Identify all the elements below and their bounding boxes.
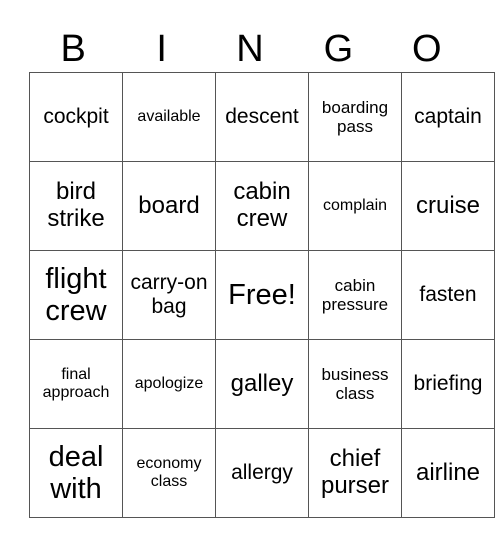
bingo-cell[interactable]: bird strike xyxy=(29,161,123,251)
bingo-cell[interactable]: cruise xyxy=(401,161,495,251)
bingo-cell[interactable]: available xyxy=(122,72,216,162)
bingo-cell[interactable]: carry-on bag xyxy=(122,250,216,340)
bingo-cell[interactable]: allergy xyxy=(215,428,309,518)
bingo-cell[interactable]: fasten xyxy=(401,250,495,340)
bingo-cell[interactable]: boarding pass xyxy=(308,72,402,162)
bingo-header: B I N G O xyxy=(29,26,471,72)
bingo-cell[interactable]: airline xyxy=(401,428,495,518)
bingo-row: bird strike board cabin crew complain cruise xyxy=(29,161,495,251)
header-letter-o: O xyxy=(412,28,442,70)
header-letter-b: B xyxy=(60,28,86,70)
bingo-cell[interactable]: cabin pressure xyxy=(308,250,402,340)
bingo-cell[interactable]: chief purser xyxy=(308,428,402,518)
bingo-cell[interactable]: apologize xyxy=(122,339,216,429)
bingo-cell[interactable]: flight crew xyxy=(29,250,123,340)
bingo-cell[interactable]: cockpit xyxy=(29,72,123,162)
bingo-cell[interactable]: deal with xyxy=(29,428,123,518)
bingo-cell[interactable]: cabin crew xyxy=(215,161,309,251)
bingo-row: deal with economy class allergy chief purse… xyxy=(29,428,495,518)
bingo-row: final approach apologize galley business cl… xyxy=(29,339,495,429)
bingo-cell[interactable]: descent xyxy=(215,72,309,162)
bingo-cell[interactable]: galley xyxy=(215,339,309,429)
header-letter-i: I xyxy=(156,28,167,70)
free-space-cell[interactable]: Free! xyxy=(215,250,309,340)
bingo-cell[interactable]: briefing xyxy=(401,339,495,429)
bingo-cell[interactable]: business class xyxy=(308,339,402,429)
header-letter-n: N xyxy=(236,28,264,70)
bingo-cell[interactable]: economy class xyxy=(122,428,216,518)
bingo-cell[interactable]: final approach xyxy=(29,339,123,429)
header-letter-g: G xyxy=(323,28,354,70)
bingo-card: cockpit available descent boarding pass capt… xyxy=(29,72,495,518)
bingo-row: cockpit available descent boarding pass capt… xyxy=(29,72,495,162)
bingo-cell[interactable]: captain xyxy=(401,72,495,162)
bingo-cell[interactable]: complain xyxy=(308,161,402,251)
bingo-cell[interactable]: board xyxy=(122,161,216,251)
bingo-row: flight crew carry-on bag Free! cabin pressu… xyxy=(29,250,495,340)
